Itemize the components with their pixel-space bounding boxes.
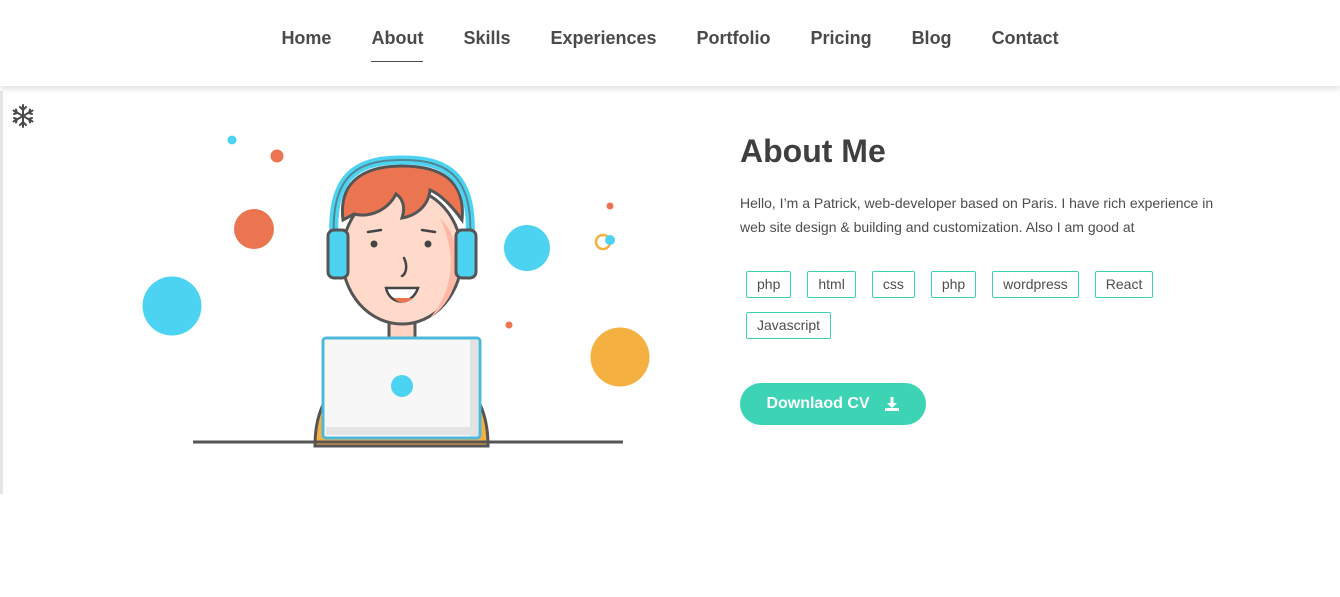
nav-item-experiences[interactable]: Experiences	[550, 28, 656, 61]
about-title: About Me	[740, 133, 886, 169]
download-cv-button[interactable]: Downlaod CV	[740, 383, 926, 425]
nav-item-home[interactable]: Home	[281, 28, 331, 61]
nav-item-portfolio[interactable]: Portfolio	[697, 28, 771, 61]
skill-tag-javascript: Javascript	[746, 312, 832, 339]
deco-dot	[606, 202, 614, 210]
skill-tags: php html css php wordpress React Javascr…	[746, 271, 1216, 339]
deco-dot	[142, 276, 202, 336]
nav-item-pricing[interactable]: Pricing	[811, 28, 872, 61]
deco-dot	[504, 225, 550, 271]
snowflake-icon[interactable]	[10, 103, 36, 129]
skill-tag-php: php	[746, 271, 792, 298]
nav-item-about[interactable]: About	[371, 28, 423, 62]
nav-item-skills[interactable]: Skills	[463, 28, 510, 61]
skill-tag-wordpress: wordpress	[992, 271, 1079, 298]
developer-illustration	[140, 128, 660, 448]
nav-item-contact[interactable]: Contact	[992, 28, 1059, 61]
deco-dot	[227, 135, 237, 145]
skill-tag-css: css	[871, 271, 915, 298]
skill-tag-react: React	[1094, 271, 1154, 298]
nav-menu: Home About Skills Experiences Portfolio …	[0, 28, 1340, 62]
download-icon	[884, 396, 900, 412]
nav-item-blog[interactable]: Blog	[912, 28, 952, 61]
deco-dot	[605, 235, 615, 245]
deco-dot	[505, 321, 513, 329]
skill-tag-php-2: php	[930, 271, 977, 298]
download-cv-label: Downlaod CV	[766, 395, 870, 412]
deco-dot	[590, 327, 650, 387]
deco-dot	[270, 149, 284, 163]
top-navigation: Home About Skills Experiences Portfolio …	[0, 0, 1340, 86]
deco-dot	[234, 209, 274, 249]
about-description: Hello, I’m a Patrick, web-developer base…	[740, 195, 1214, 235]
skill-tag-html: html	[807, 271, 856, 298]
